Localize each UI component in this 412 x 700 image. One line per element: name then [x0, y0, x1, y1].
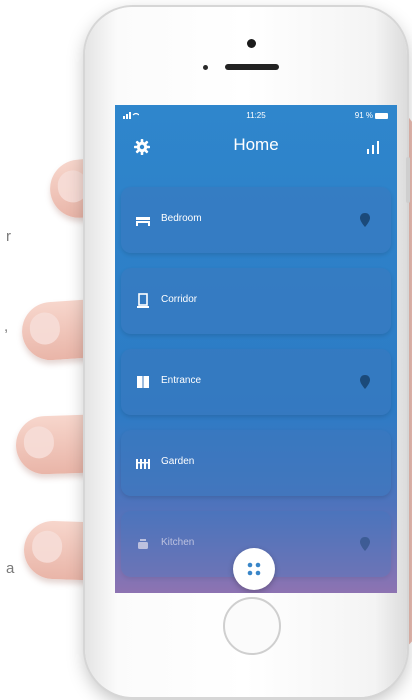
background-text: r: [6, 228, 11, 245]
lamp-icon: [135, 293, 151, 309]
room-card-corridor[interactable]: Corridor: [121, 268, 391, 334]
menu-fab-button[interactable]: [233, 548, 275, 590]
battery-icon: [375, 113, 388, 119]
room-label: Kitchen: [161, 537, 195, 548]
room-label: Garden: [161, 456, 195, 467]
room-label: Entrance: [161, 375, 202, 386]
front-camera: [247, 39, 256, 48]
app-screen: 11:25 91 % Home Bedroom Corridor Entranc…: [115, 105, 397, 593]
proximity-sensor: [203, 65, 208, 70]
background-text: ,: [4, 318, 9, 335]
page-title: Home: [233, 135, 279, 154]
phone-device: 11:25 91 % Home Bedroom Corridor Entranc…: [85, 7, 410, 697]
background-text: a: [6, 560, 15, 577]
room-list: Bedroom Corridor Entrance Garden Kitchen: [121, 187, 391, 592]
grid-dots-icon: [247, 562, 261, 576]
location-pin-icon: [359, 212, 371, 228]
earpiece-speaker: [225, 64, 279, 70]
location-pin-icon: [359, 374, 371, 390]
bed-icon: [135, 212, 151, 228]
pot-icon: [135, 536, 151, 552]
battery-percent: 91 %: [354, 111, 373, 120]
room-card-garden[interactable]: Garden: [121, 430, 391, 496]
room-card-bedroom[interactable]: Bedroom: [121, 187, 391, 253]
door-icon: [135, 374, 151, 390]
room-card-entrance[interactable]: Entrance: [121, 349, 391, 415]
location-pin-icon: [359, 536, 371, 552]
side-button: [406, 157, 410, 203]
fence-icon: [135, 455, 151, 471]
status-bar: 11:25 91 %: [115, 111, 397, 125]
app-header: Home: [115, 129, 397, 163]
bar-chart-icon[interactable]: [365, 139, 381, 155]
home-button[interactable]: [223, 597, 281, 655]
room-label: Corridor: [161, 294, 198, 305]
room-label: Bedroom: [161, 213, 202, 224]
